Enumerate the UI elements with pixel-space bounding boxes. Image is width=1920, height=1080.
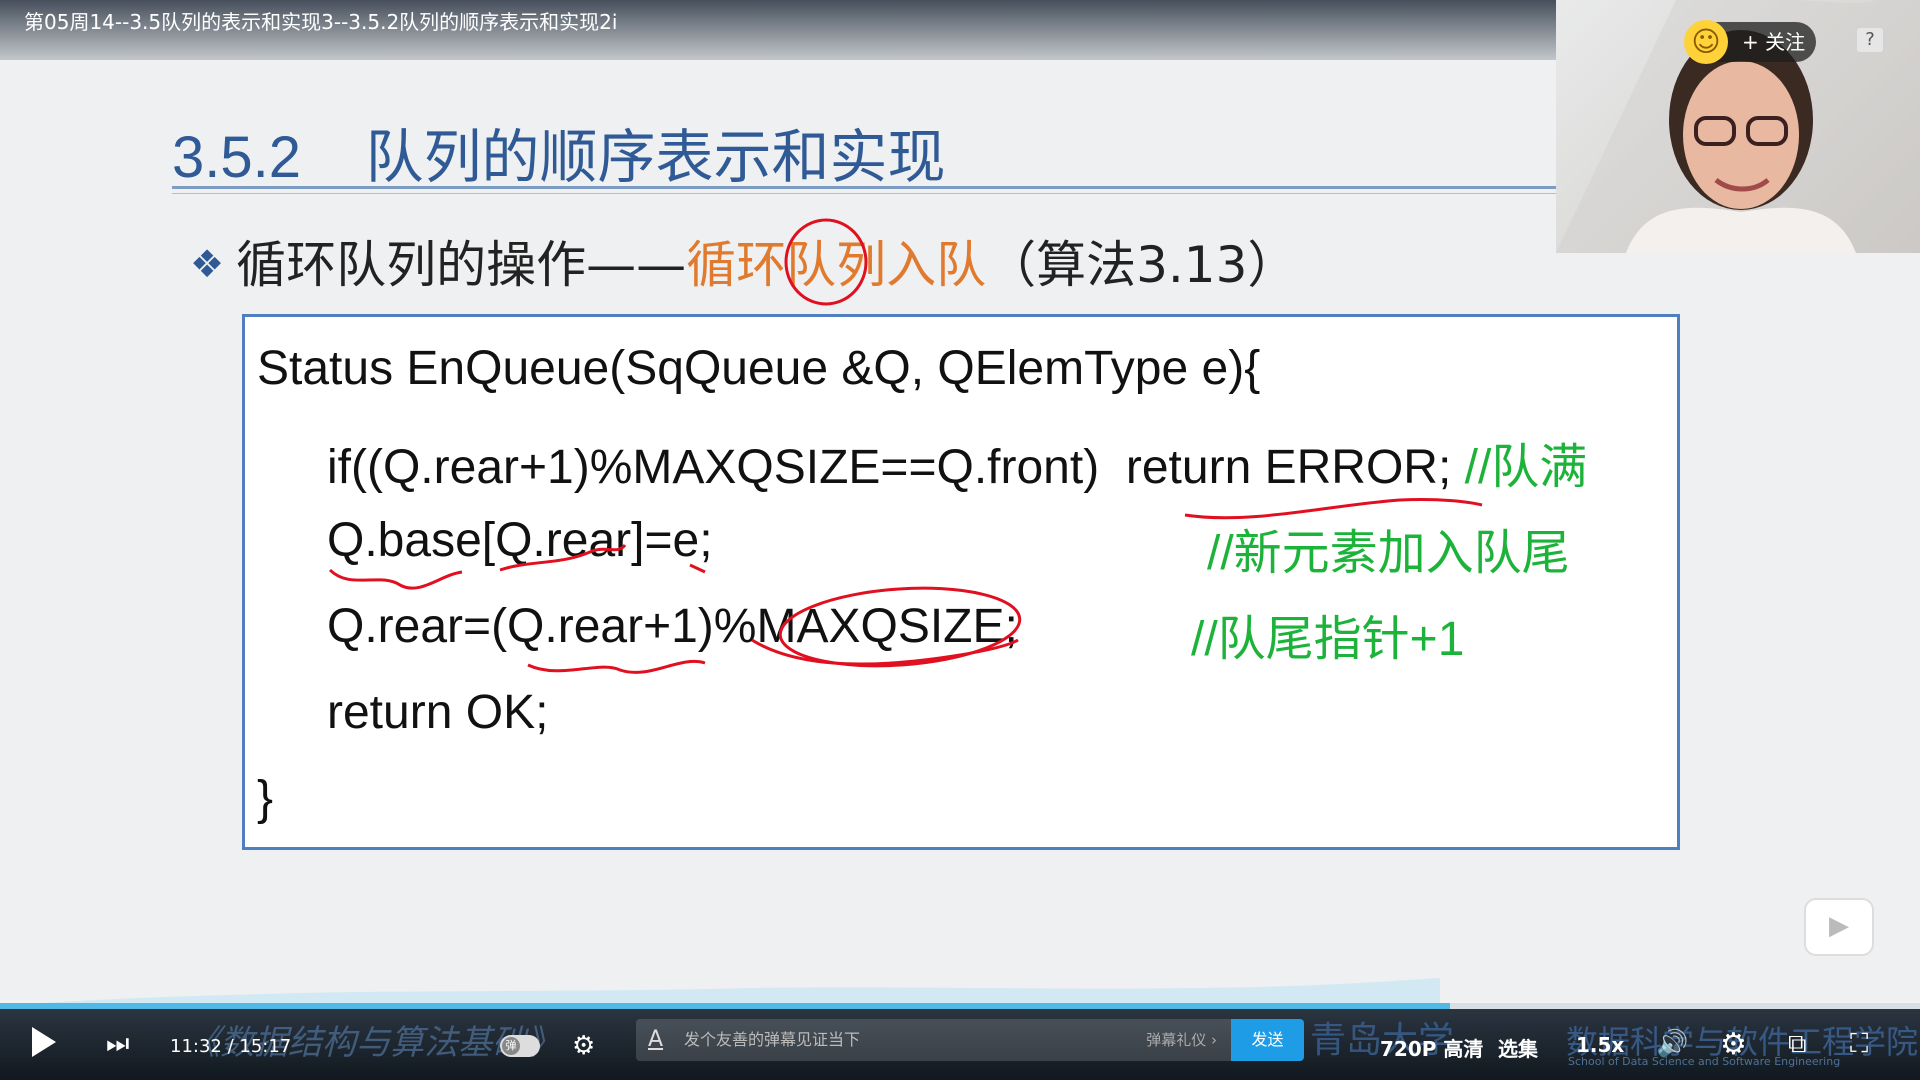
- quality-button[interactable]: 720P 高清: [1380, 1033, 1483, 1062]
- follow-button[interactable]: ☺ + 关注: [1684, 20, 1816, 64]
- code-line-5: return OK;: [327, 686, 549, 739]
- code-line-6: }: [257, 772, 274, 825]
- title-divider: [172, 186, 1562, 189]
- subtitle-prefix: 循环队列的操作——: [236, 236, 687, 294]
- next-episode-icon[interactable]: ⏭: [106, 1031, 129, 1057]
- help-icon[interactable]: ?: [1857, 28, 1883, 52]
- follow-label: + 关注: [1742, 30, 1806, 54]
- danmu-etiquette-link[interactable]: 弹幕礼仪 ›: [1146, 1019, 1217, 1061]
- episodes-button[interactable]: 选集: [1498, 1033, 1538, 1062]
- title-divider-thin: [172, 193, 1562, 194]
- current-time: 11:32: [170, 1036, 222, 1057]
- slide-title: 3.5.2 队列的顺序表示和实现: [172, 110, 945, 194]
- code-line-2-code: if((Q.rear+1)%MAXQSIZE==Q.front) return …: [327, 441, 1452, 494]
- send-button[interactable]: 发送: [1231, 1019, 1304, 1061]
- code-line-3-code: Q.base[Q.rear]=e;: [327, 514, 713, 567]
- code-comment-queue-full: //队满: [1464, 441, 1588, 494]
- code-line-2: if((Q.rear+1)%MAXQSIZE==Q.front) return …: [327, 427, 1587, 497]
- volume-icon[interactable]: 🔊: [1656, 1029, 1688, 1059]
- code-line-1: Status EnQueue(SqQueue &Q, QElemType e){: [257, 342, 1261, 395]
- subtitle-highlight: 循环队列入队: [686, 236, 987, 294]
- video-title-bar: 第05周14--3.5队列的表示和实现3--3.5.2队列的顺序表示和实现2i: [0, 0, 1560, 60]
- play-icon[interactable]: [32, 1027, 56, 1057]
- subtitle-suffix: （算法3.13）: [986, 236, 1298, 294]
- danmu-input[interactable]: A 发个友善的弹幕见证当下 弹幕礼仪 ›: [636, 1019, 1231, 1061]
- danmu-placeholder: 发个友善的弹幕见证当下: [684, 1030, 861, 1049]
- section-title: 队列的顺序表示和实现: [365, 125, 946, 190]
- section-number: 3.5.2: [172, 125, 301, 190]
- fullscreen-icon[interactable]: ⛶: [1850, 1029, 1868, 1060]
- code-comment-add-to-tail: //新元素加入队尾: [1207, 527, 1570, 580]
- code-line-4-code: Q.rear=(Q.rear+1)%MAXQSIZE;: [327, 600, 1018, 653]
- slide-subtitle: ❖ 循环队列的操作——循环队列入队（算法3.13）: [190, 225, 1297, 297]
- tv-play-icon[interactable]: ▶: [1804, 898, 1874, 956]
- speed-button[interactable]: 1.5x: [1576, 1033, 1624, 1057]
- danmu-settings-icon[interactable]: ⚙: [572, 1031, 595, 1061]
- code-comment-tail-pointer: //队尾指针+1: [1191, 613, 1465, 666]
- total-time: 15:17: [239, 1036, 292, 1057]
- danmu-toggle-label: 弹: [502, 1037, 520, 1055]
- danmu-toggle[interactable]: 弹: [500, 1035, 540, 1057]
- picture-in-picture-icon[interactable]: ⧉: [1788, 1029, 1807, 1060]
- code-box: Status EnQueue(SqQueue &Q, QElemType e){…: [242, 314, 1680, 850]
- settings-gear-icon[interactable]: ⚙: [1720, 1027, 1747, 1062]
- player-controls: ⏭ 《数据结构与算法基础》 11:32 / 15:17 弹 ⚙ A 发个友善的弹…: [0, 1009, 1920, 1080]
- smile-face-icon: ☺: [1684, 20, 1728, 64]
- time-display: 11:32 / 15:17: [170, 1036, 292, 1057]
- diamond-bullet-icon: ❖: [190, 242, 225, 286]
- danmu-style-icon[interactable]: A: [648, 1019, 663, 1061]
- progress-heat-wave: [0, 978, 1440, 1008]
- video-title: 第05周14--3.5队列的表示和实现3--3.5.2队列的顺序表示和实现2i: [24, 10, 618, 34]
